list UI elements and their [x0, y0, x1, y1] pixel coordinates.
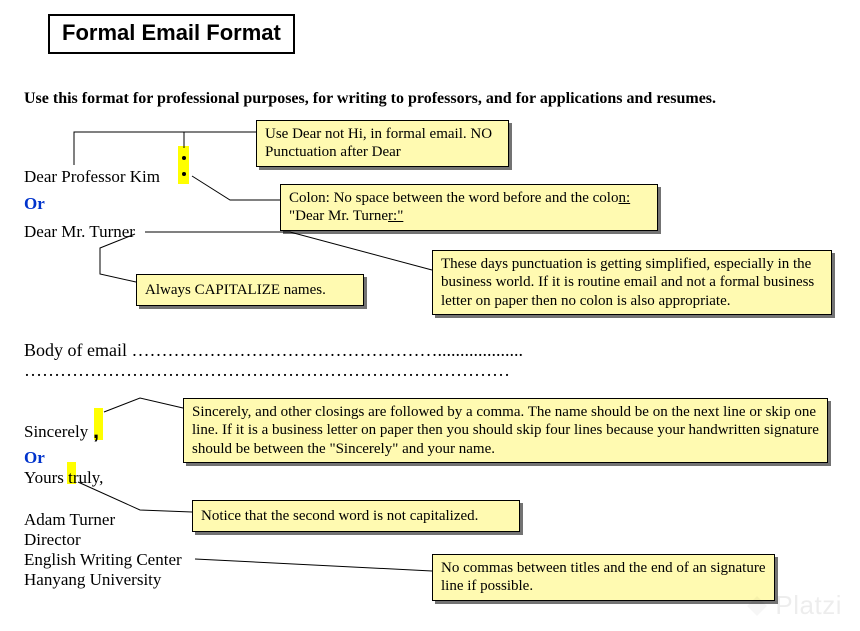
callout-capitalize: Always CAPITALIZE names. — [136, 274, 364, 306]
sig-org: Hanyang University — [24, 570, 161, 590]
callout-dear: Use Dear not Hi, in formal email. NO Pun… — [256, 120, 509, 167]
sig-title: Director — [24, 530, 81, 550]
body-line-1: Body of email …………………………………………….........… — [24, 340, 523, 362]
callout-simplified-text: These days punctuation is getting simpli… — [441, 256, 814, 309]
callout-colon: Colon: No space between the word before … — [280, 184, 658, 231]
callout-sincerely-text: Sincerely, and other closings are follow… — [192, 404, 819, 457]
colon-dot — [182, 172, 186, 176]
highlight-colon — [178, 146, 189, 184]
callout-colon-u2: r:" — [388, 208, 403, 224]
intro-text: Use this format for professional purpose… — [24, 90, 716, 108]
title-box: Formal Email Format — [48, 14, 295, 54]
callout-second-word-text: Notice that the second word is not capit… — [201, 508, 478, 524]
watermark: Platzi — [745, 590, 842, 621]
watermark-icon — [745, 594, 769, 618]
salutation-2: Dear Mr. Turner — [24, 222, 135, 242]
callout-simplified: These days punctuation is getting simpli… — [432, 250, 832, 315]
callout-colon-u1: n: — [618, 190, 630, 206]
callout-no-commas-text: No commas between titles and the end of … — [441, 560, 766, 594]
comma-mark: , — [93, 418, 99, 444]
callout-colon-pre: Colon: No space between the word before … — [289, 190, 618, 206]
or-1: Or — [24, 194, 45, 214]
sig-name: Adam Turner — [24, 510, 115, 530]
closing-1: Sincerely — [24, 422, 88, 442]
sig-dept: English Writing Center — [24, 550, 182, 570]
callout-second-word: Notice that the second word is not capit… — [192, 500, 520, 532]
watermark-text: Platzi — [775, 590, 842, 621]
body-line-2: ……………………………………………………………………… — [24, 360, 510, 382]
title-text: Formal Email Format — [62, 20, 281, 45]
salutation-1: Dear Professor Kim — [24, 167, 160, 187]
callout-capitalize-text: Always CAPITALIZE names. — [145, 282, 326, 298]
colon-dot — [182, 156, 186, 160]
callout-no-commas: No commas between titles and the end of … — [432, 554, 775, 601]
callout-dear-text: Use Dear not Hi, in formal email. NO Pun… — [265, 126, 492, 160]
closing-2: Yours truly, — [24, 468, 103, 488]
callout-colon-mid: "Dear Mr. Turne — [289, 208, 388, 224]
callout-sincerely: Sincerely, and other closings are follow… — [183, 398, 828, 463]
or-2: Or — [24, 448, 45, 468]
